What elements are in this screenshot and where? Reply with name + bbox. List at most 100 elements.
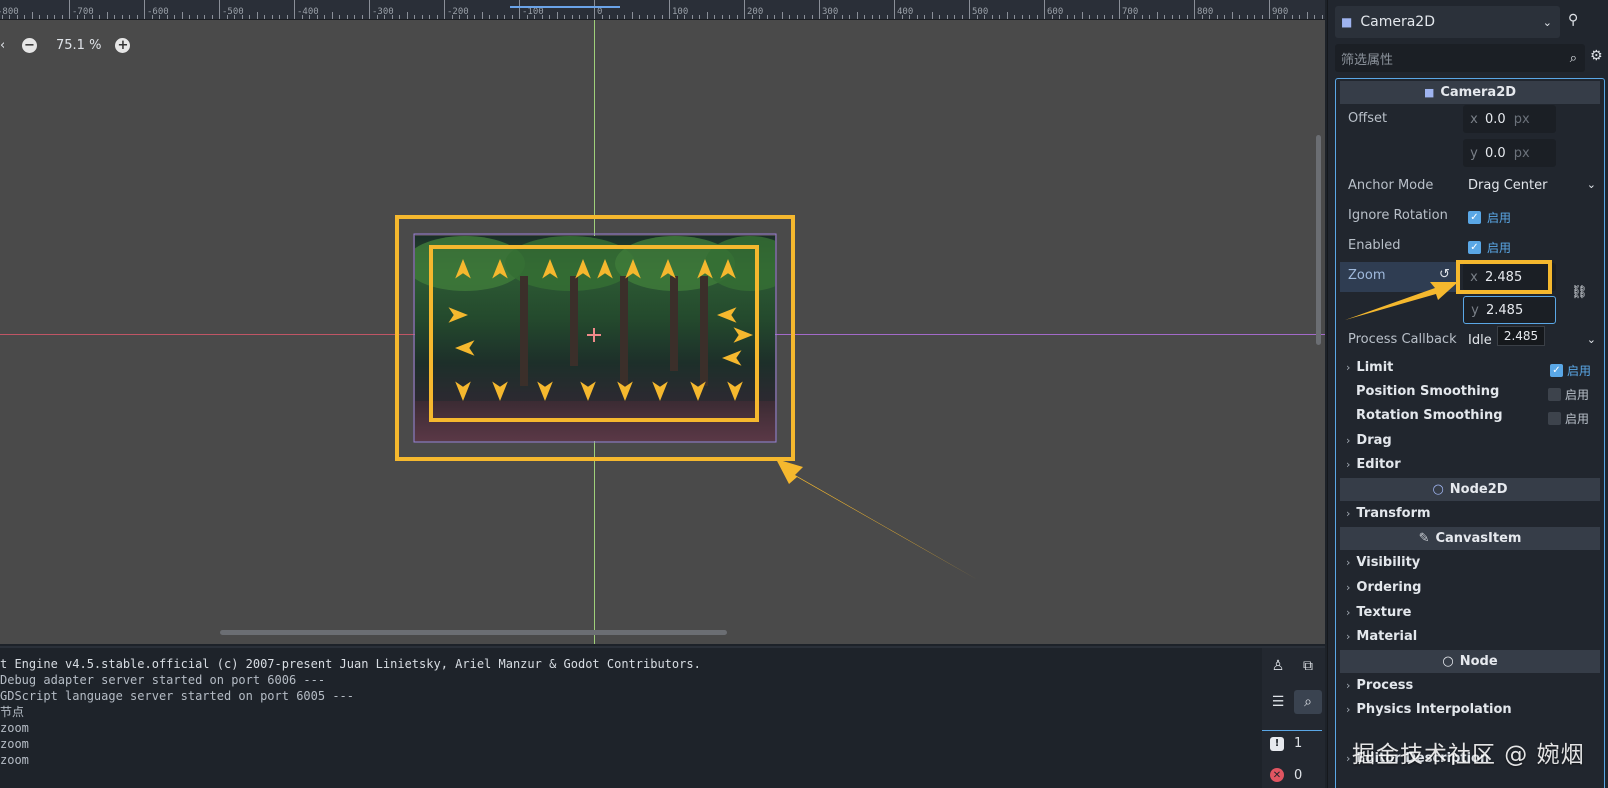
position-smoothing-checkbox[interactable]: 启用	[1548, 386, 1589, 403]
group-physics-interpolation[interactable]: › Physics Interpolation	[1346, 702, 1512, 717]
pencil-icon: ✎	[1418, 531, 1430, 546]
position-smoothing-on: 启用	[1565, 388, 1590, 402]
error-count: 0	[1294, 767, 1303, 783]
pointer-arrow-icon	[776, 459, 978, 580]
zoom-y-value: 2.485	[1486, 302, 1524, 318]
rotation-smoothing-on: 启用	[1565, 412, 1590, 426]
log-line: zoom	[0, 721, 29, 735]
axis-y: y	[1471, 302, 1479, 318]
search-output-icon[interactable]: ⌕	[1294, 690, 1322, 714]
collapse-icon[interactable]: ☰	[1264, 690, 1292, 714]
ignore-rotation-label: Ignore Rotation	[1348, 208, 1448, 223]
filter-properties-input[interactable]: 筛选属性 ⌕	[1335, 44, 1585, 72]
zoom-marker-icon	[717, 307, 737, 323]
offset-x-value: 0.0	[1485, 111, 1506, 127]
error-filter-button[interactable]: ✕ 0	[1262, 762, 1322, 788]
node-selector[interactable]: ■ Camera2D ⌄	[1335, 6, 1560, 38]
chevron-right-icon: ›	[1346, 458, 1351, 471]
watermark: 掘金技术社区 @ 婉烟	[1352, 742, 1585, 768]
section-camera2d[interactable]: ■ Camera2D	[1340, 81, 1600, 104]
zoom-marker-icon	[733, 327, 753, 343]
canvas-viewport[interactable]: -800-700-600-500-400-300-200-10001002003…	[0, 0, 1325, 644]
group-material[interactable]: › Material	[1346, 629, 1417, 644]
warning-filter-button[interactable]: ! 1	[1262, 730, 1322, 756]
warning-icon: !	[1270, 736, 1284, 751]
chevron-right-icon: ›	[1346, 752, 1351, 765]
checkbox-icon: ✓	[1468, 241, 1481, 254]
process-callback-label: Process Callback	[1348, 332, 1457, 347]
group-drag-label: Drag	[1356, 433, 1392, 448]
vertical-scrollbar[interactable]	[1316, 135, 1321, 345]
node-docs-icon[interactable]: ⚲	[1568, 12, 1578, 28]
unit-px: px	[1513, 145, 1530, 161]
limit-on: 启用	[1567, 364, 1592, 378]
log-line: zoom	[0, 753, 29, 767]
anchor-mode-value: Drag Center	[1468, 178, 1548, 193]
group-visibility[interactable]: › Visibility	[1346, 555, 1420, 570]
anchor-mode-label: Anchor Mode	[1348, 178, 1434, 193]
chevron-right-icon: ›	[1346, 679, 1351, 692]
group-transform[interactable]: › Transform	[1346, 506, 1431, 521]
copy-output-icon[interactable]: ⧉	[1294, 654, 1322, 678]
group-ordering[interactable]: › Ordering	[1346, 580, 1421, 595]
group-editor[interactable]: › Editor	[1346, 457, 1401, 472]
link-icon[interactable]: ⛓	[1571, 285, 1588, 300]
zoom-marker-icon	[455, 259, 471, 279]
rotation-smoothing-checkbox[interactable]: 启用	[1548, 410, 1589, 427]
output-panel: t Engine v4.5.stable.official (c) 2007-p…	[0, 646, 1325, 788]
axis-x: x	[1470, 111, 1478, 127]
group-drag[interactable]: › Drag	[1346, 433, 1392, 448]
section-canvasitem[interactable]: ✎ CanvasItem	[1340, 527, 1600, 550]
group-limit[interactable]: › Limit	[1346, 360, 1393, 375]
position-smoothing-label[interactable]: Position Smoothing	[1356, 384, 1499, 399]
output-log[interactable]: t Engine v4.5.stable.official (c) 2007-p…	[0, 656, 1255, 768]
offset-y-value: 0.0	[1485, 145, 1506, 161]
anchor-mode-select[interactable]: Drag Center ⌄	[1468, 178, 1596, 193]
zoom-marker-icon	[537, 381, 553, 401]
unit-px: px	[1513, 111, 1530, 127]
axis-y: y	[1470, 145, 1478, 161]
process-callback-value: Idle	[1468, 333, 1492, 348]
chevron-right-icon: ›	[1346, 434, 1351, 447]
clear-output-icon[interactable]: ♙	[1264, 654, 1292, 678]
zoom-marker-icon	[722, 350, 742, 366]
zoom-marker-icon	[720, 259, 736, 279]
offset-y-field[interactable]: y 0.0 px	[1463, 139, 1556, 167]
enabled-checkbox[interactable]: ✓ 启用	[1468, 239, 1511, 256]
zoom-marker-icon	[652, 381, 668, 401]
group-editor-label: Editor	[1356, 457, 1401, 472]
log-line: t Engine v4.5.stable.official (c) 2007-p…	[0, 657, 701, 671]
section-canvasitem-label: CanvasItem	[1435, 531, 1522, 546]
inspector-tools-icon[interactable]: ⚙	[1590, 48, 1603, 64]
horizontal-scrollbar[interactable]	[220, 630, 727, 635]
warning-count: 1	[1294, 736, 1303, 751]
section-node-label: Node	[1459, 654, 1498, 669]
zoom-y-field[interactable]: y 2.485	[1463, 296, 1556, 324]
ignore-rotation-checkbox[interactable]: ✓ 启用	[1468, 209, 1511, 226]
zoom-marker-icon	[492, 381, 508, 401]
enabled-label: Enabled	[1348, 238, 1401, 253]
chevron-right-icon: ›	[1346, 630, 1351, 643]
zoom-pointer-arrow-icon	[1345, 282, 1458, 320]
zoom-marker-icon	[660, 259, 676, 279]
group-texture[interactable]: › Texture	[1346, 605, 1411, 620]
section-camera2d-label: Camera2D	[1440, 85, 1517, 100]
checkbox-icon	[1548, 388, 1561, 401]
section-node[interactable]: ○ Node	[1340, 650, 1600, 673]
group-transform-label: Transform	[1356, 506, 1431, 521]
annotation-overlay	[395, 215, 978, 580]
group-process[interactable]: › Process	[1346, 678, 1413, 693]
offset-x-field[interactable]: x 0.0 px	[1463, 105, 1556, 133]
chevron-down-icon: ⌄	[1542, 15, 1552, 29]
zoom-marker-icon	[727, 381, 743, 401]
error-icon: ✕	[1270, 768, 1284, 782]
camera-crosshair-icon	[587, 328, 601, 342]
chevron-right-icon: ›	[1346, 703, 1351, 716]
section-node2d-label: Node2D	[1449, 482, 1508, 497]
group-limit-label: Limit	[1356, 360, 1394, 375]
zoom-marker-icon	[580, 381, 596, 401]
group-process-label: Process	[1356, 678, 1414, 693]
limit-checkbox[interactable]: ✓ 启用	[1550, 362, 1591, 379]
section-node2d[interactable]: ○ Node2D	[1340, 478, 1600, 501]
rotation-smoothing-label[interactable]: Rotation Smoothing	[1356, 408, 1503, 423]
